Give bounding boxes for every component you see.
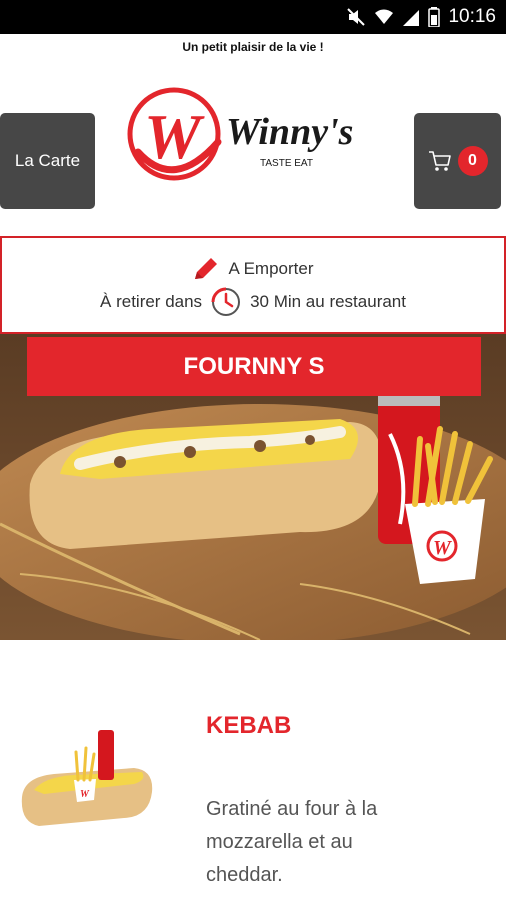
product-name[interactable]: KEBAB: [206, 712, 291, 740]
wifi-icon: [375, 9, 394, 24]
clock-icon: [211, 287, 241, 316]
pickup-time-row: À retirer dans 30 Min au restaurant: [2, 286, 504, 318]
svg-text:W: W: [433, 537, 452, 559]
order-mode-row: A Emporter: [2, 256, 504, 282]
logo-subtitle-text: TASTE EAT: [260, 158, 313, 169]
status-bar: 10:16: [0, 0, 506, 34]
status-icons: 10:16: [346, 5, 496, 29]
cart-count-badge: 0: [457, 146, 488, 176]
pencil-icon: [195, 258, 218, 279]
order-mode-text: A Emporter: [228, 259, 314, 278]
menu-button-label: La Carte: [14, 151, 81, 170]
mute-icon: [347, 8, 366, 26]
product-thumbnail-image: W: [21, 730, 153, 826]
battery-icon: [428, 7, 441, 27]
tagline: Un petit plaisir de la vie !: [182, 40, 324, 54]
menu-button[interactable]: La Carte: [0, 113, 95, 209]
pickup-prefix-text: À retirer dans: [100, 292, 203, 311]
logo-graphic: W Winny's TASTE EAT: [127, 87, 353, 181]
cart-button[interactable]: 0: [414, 113, 501, 209]
product-title-banner: FOURNNY S: [27, 337, 481, 396]
brand-logo[interactable]: W Winny's TASTE EAT: [126, 82, 386, 184]
svg-text:W: W: [80, 789, 90, 800]
product-description: Gratiné au four à la mozzarella et au ch…: [206, 798, 378, 886]
logo-brand-text: Winny's: [226, 111, 353, 153]
svg-text:W: W: [144, 101, 205, 172]
signal-icon: [403, 10, 420, 26]
pickup-suffix-text: 30 Min au restaurant: [250, 292, 406, 311]
cart-icon: [428, 151, 451, 171]
product-thumbnail[interactable]: W: [14, 722, 159, 837]
order-info-box[interactable]: A Emporter À retirer dans 30 Min au rest…: [0, 236, 506, 334]
status-time: 10:16: [448, 6, 496, 27]
